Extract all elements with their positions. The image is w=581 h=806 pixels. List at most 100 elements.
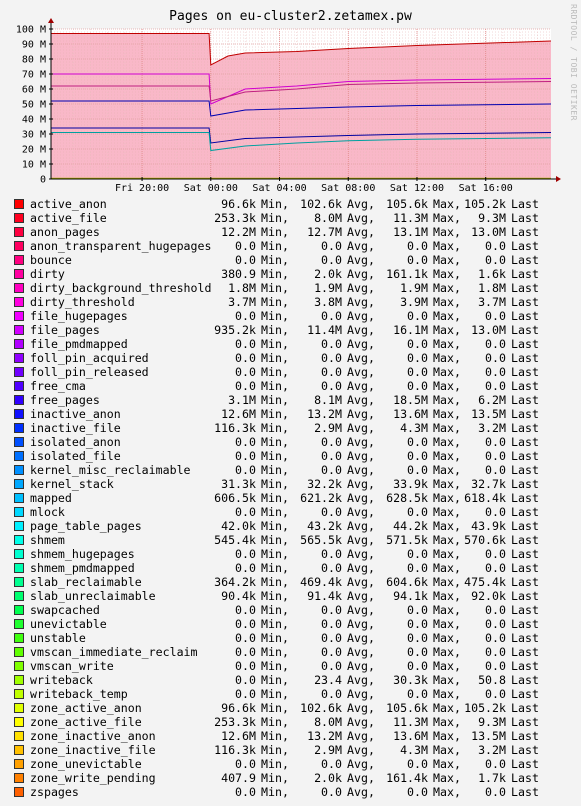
legend-row-mapped: mapped 606.5k Min, 621.2k Avg, 628.5k Max, 618.…	[14, 491, 581, 505]
legend-last-value: 0.0	[485, 547, 506, 561]
legend-max-value: 0.0	[407, 645, 428, 659]
legend-last-label: Last	[511, 295, 539, 309]
legend-avg-value: 13.2M	[307, 407, 342, 421]
legend-min-value: 0.0	[235, 687, 256, 701]
legend-min-value: 0.0	[235, 645, 256, 659]
legend-last-label: Last	[511, 379, 539, 393]
legend-min-value: 0.0	[235, 561, 256, 575]
legend-last-label: Last	[511, 701, 539, 715]
legend-avg-value: 2.0k	[314, 771, 342, 785]
legend-max-value: 0.0	[407, 449, 428, 463]
legend-last-value: 13.5M	[471, 407, 506, 421]
legend-last-value: 0.0	[485, 785, 506, 799]
legend-series-name: bounce	[30, 253, 72, 267]
legend-last-value: 1.7k	[478, 771, 506, 785]
legend-series-name: zone_write_pending	[30, 771, 156, 785]
legend-row-swapcached: swapcached 0.0 Min, 0.0 Avg, 0.0 Max, 0.0 Last	[14, 603, 581, 617]
legend-series-name: file_hugepages	[30, 309, 128, 323]
legend-last-label: Last	[511, 309, 539, 323]
legend-last-value: 0.0	[485, 631, 506, 645]
legend-series-name: unevictable	[30, 617, 107, 631]
legend-series-name: foll_pin_acquired	[30, 351, 149, 365]
legend-avg-value: 91.4k	[307, 589, 342, 603]
legend-min-value: 1.8M	[228, 281, 256, 295]
legend-max-value: 13.6M	[393, 729, 428, 743]
legend-min-value: 380.9	[221, 267, 256, 281]
legend-row-foll_pin_acquired: foll_pin_acquired 0.0 Min, 0.0 Avg, 0.0 Max, 0.…	[14, 351, 581, 365]
legend-series-name: kernel_stack	[30, 477, 114, 491]
legend-last-value: 0.0	[485, 253, 506, 267]
legend-series-name: anon_pages	[30, 225, 100, 239]
legend-avg-value: 0.0	[321, 757, 342, 771]
legend-swatch	[14, 745, 24, 755]
legend-last-label: Last	[511, 491, 539, 505]
legend-avg-value: 0.0	[321, 617, 342, 631]
legend-series-name: dirty	[30, 267, 65, 281]
legend-last-value: 3.2M	[478, 743, 506, 757]
legend-max-value: 0.0	[407, 631, 428, 645]
legend-swatch	[14, 339, 24, 349]
legend-last-value: 50.8	[478, 673, 506, 687]
legend-last-label: Last	[511, 323, 539, 337]
legend-last-label: Last	[511, 393, 539, 407]
legend-row-dirty: dirty 380.9 Min, 2.0k Avg, 161.1k Max, 1.6k Last	[14, 267, 581, 281]
legend-swatch	[14, 283, 24, 293]
legend-avg-value: 0.0	[321, 505, 342, 519]
legend-series-name: inactive_file	[30, 421, 121, 435]
legend-avg-value: 0.0	[321, 659, 342, 673]
legend-row-active_file: active_file 253.3k Min, 8.0M Avg, 11.3M Max, 9.…	[14, 211, 581, 225]
legend-last-label: Last	[511, 519, 539, 533]
legend-row-slab_reclaimable: slab_reclaimable 364.2k Min, 469.4k Avg, 604.…	[14, 575, 581, 589]
legend-last-label: Last	[511, 337, 539, 351]
legend-max-value: 0.0	[407, 659, 428, 673]
legend-last-value: 13.0M	[471, 225, 506, 239]
legend-series-name: active_file	[30, 211, 107, 225]
legend-series-name: writeback	[30, 673, 93, 687]
legend-max-value: 0.0	[407, 351, 428, 365]
legend-max-value: 0.0	[407, 617, 428, 631]
legend-row-isolated_file: isolated_file 0.0 Min, 0.0 Avg, 0.0 Max, 0.0 Las…	[14, 449, 581, 463]
legend-avg-value: 3.8M	[314, 295, 342, 309]
legend-min-value: 545.4k	[214, 533, 256, 547]
legend-last-label: Last	[511, 645, 539, 659]
legend-swatch	[14, 255, 24, 265]
legend-row-unevictable: unevictable 0.0 Min, 0.0 Avg, 0.0 Max, 0.0 Last	[14, 617, 581, 631]
legend-min-value: 253.3k	[214, 211, 256, 225]
legend-series-name: file_pages	[30, 323, 100, 337]
x-tick-label: Sat 04:00	[252, 183, 306, 194]
legend-row-anon_transparent_hugepages: anon_transparent_hugepages 0.0 Min, 0.0 Avg,…	[14, 239, 581, 253]
legend-min-value: 0.0	[235, 435, 256, 449]
legend-last-label: Last	[511, 407, 539, 421]
legend-avg-value: 0.0	[321, 561, 342, 575]
legend-max-value: 94.1k	[393, 589, 428, 603]
legend-last-value: 9.3M	[478, 211, 506, 225]
legend-last-value: 3.2M	[478, 421, 506, 435]
legend-row-zone_active_file: zone_active_file 253.3k Min, 8.0M Avg, 11.3M M…	[14, 715, 581, 729]
legend-swatch	[14, 227, 24, 237]
legend-min-value: 364.2k	[214, 575, 256, 589]
legend-series-name: mlock	[30, 505, 65, 519]
x-tick-label: Fri 20:00	[115, 183, 169, 194]
legend-min-value: 0.0	[235, 463, 256, 477]
legend-avg-value: 0.0	[321, 785, 342, 799]
legend-series-name: vmscan_write	[30, 659, 114, 673]
legend-last-value: 0.0	[485, 659, 506, 673]
legend-max-value: 18.5M	[393, 393, 428, 407]
legend-row-zone_inactive_anon: zone_inactive_anon 12.6M Min, 13.2M Avg, 13.6…	[14, 729, 581, 743]
legend-last-value: 0.0	[485, 449, 506, 463]
legend-series-name: zone_active_file	[30, 715, 142, 729]
legend-swatch	[14, 241, 24, 251]
y-tick-label: 30 M	[22, 130, 46, 141]
legend-last-label: Last	[511, 561, 539, 575]
legend-swatch	[14, 773, 24, 783]
legend-row-unstable: unstable 0.0 Min, 0.0 Avg, 0.0 Max, 0.0 Last	[14, 631, 581, 645]
legend-swatch	[14, 731, 24, 741]
legend-last-value: 0.0	[485, 687, 506, 701]
legend-last-label: Last	[511, 281, 539, 295]
legend-last-label: Last	[511, 211, 539, 225]
legend-avg-value: 2.9M	[314, 421, 342, 435]
legend-swatch	[14, 577, 24, 587]
legend-row-writeback_temp: writeback_temp 0.0 Min, 0.0 Avg, 0.0 Max, 0.0 La…	[14, 687, 581, 701]
legend-max-value: 16.1M	[393, 323, 428, 337]
legend-max-value: 105.6k	[386, 701, 428, 715]
